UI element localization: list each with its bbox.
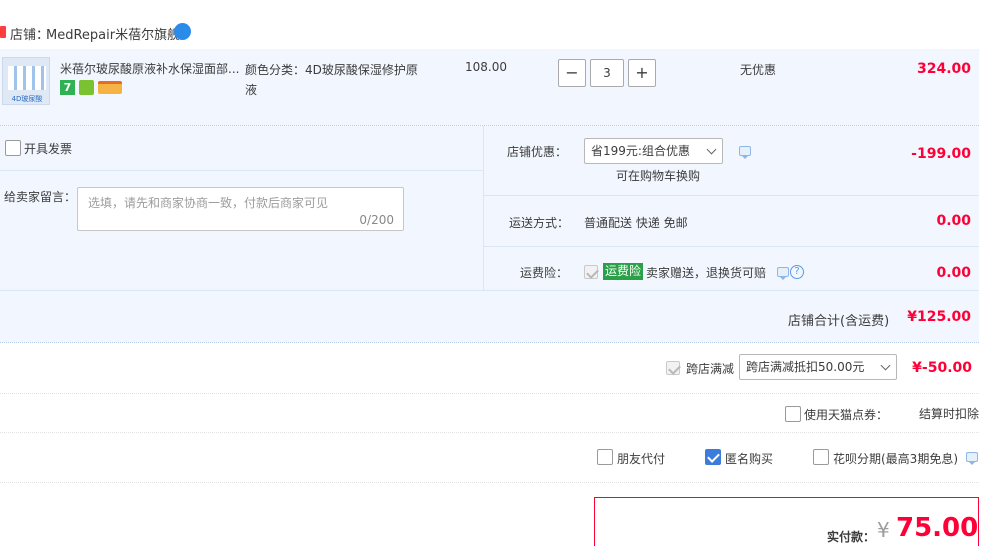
- quantity-stepper: − 3 +: [558, 59, 656, 87]
- tmall-points-label: 使用天猫点券：: [804, 408, 889, 422]
- product-thumbnail[interactable]: 4D玻尿酸: [2, 57, 50, 105]
- shop-promo-selected: 省199元:组合优惠: [591, 144, 690, 158]
- shop-promo-label: 店铺优惠：: [507, 145, 568, 159]
- card-payment-badge-icon: [98, 81, 122, 94]
- shop-promo-amount: -199.00: [911, 146, 971, 162]
- cross-store-select[interactable]: 跨店满减抵扣50.00元: [739, 354, 897, 380]
- product-title-link[interactable]: 米蓓尔玻尿酸原液补水保湿面部...: [60, 60, 239, 77]
- anonymous-label: 匿名购买: [725, 452, 774, 466]
- thumb-bottles: [8, 66, 46, 90]
- cross-store-divider: [0, 393, 979, 394]
- cross-store-selected: 跨店满减抵扣50.00元: [746, 360, 865, 374]
- shop-promo-note: 可在购物车换购: [616, 169, 701, 183]
- chevron-down-icon: [880, 360, 891, 371]
- invoice-label: 开具发票: [24, 142, 73, 156]
- points-divider: [0, 432, 979, 433]
- unit-price: 108.00: [465, 60, 507, 74]
- friend-pay-label: 朋友代付: [617, 452, 666, 466]
- quantity-input[interactable]: 3: [590, 59, 624, 87]
- friend-pay-checkbox[interactable]: [597, 449, 613, 465]
- shop-header: 店铺： MedRepair米蓓尔旗舰: [0, 22, 300, 43]
- tmall-points-checkbox[interactable]: [785, 406, 801, 422]
- insurance-message-icon[interactable]: [777, 267, 789, 280]
- shop-total-label: 店铺合计(含运费): [788, 314, 890, 329]
- seller-message-textarea[interactable]: 选填，请先和商家协商一致，付款后商家可见 0/200: [77, 187, 404, 231]
- shop-total-amount: ¥125.00: [907, 309, 971, 325]
- shop-name-link[interactable]: MedRepair米蓓尔旗舰: [46, 24, 180, 43]
- quantity-minus-button[interactable]: −: [558, 59, 586, 87]
- left-divider: [0, 170, 483, 171]
- cross-store-amount: ¥-50.00: [912, 360, 972, 376]
- payment-label: 实付款：: [827, 530, 876, 544]
- shipping-label: 运送方式：: [509, 216, 570, 230]
- shipping-amount: 0.00: [936, 213, 971, 229]
- freight-insurance-value: 卖家赠送，退换货可赔: [646, 266, 767, 280]
- order-options-panel: 开具发票 给卖家留言： 选填，请先和商家协商一致，付款后商家可见 0/200 店…: [0, 126, 979, 342]
- column-divider: [483, 126, 484, 290]
- invoice-checkbox[interactable]: [5, 140, 21, 156]
- wangwang-chat-icon[interactable]: [174, 23, 191, 40]
- message-label: 给卖家留言：: [4, 190, 77, 204]
- huabei-checkbox[interactable]: [813, 449, 829, 465]
- payment-summary-box: 实付款： ¥ 75.00: [594, 497, 979, 546]
- freight-insurance-checkbox: [584, 265, 598, 279]
- product-spec: 颜色分类：4D玻尿酸保湿修护原液: [245, 63, 418, 97]
- quantity-plus-button[interactable]: +: [628, 59, 656, 87]
- item-row: 4D玻尿酸 米蓓尔玻尿酸原液补水保湿面部... 7 颜色分类：4D玻尿酸保湿修护…: [0, 49, 979, 125]
- huabei-message-icon[interactable]: [966, 452, 978, 465]
- guarantee-badge-icon: [79, 80, 94, 95]
- payment-currency: ¥: [877, 518, 890, 542]
- shop-icon: [0, 26, 6, 38]
- anonymous-checkbox[interactable]: [705, 449, 721, 465]
- help-icon[interactable]: ?: [790, 265, 804, 279]
- chevron-down-icon: [706, 144, 717, 155]
- shipping-value: 普通配送 快递 免邮: [584, 216, 688, 230]
- right-divider-1: [484, 195, 979, 196]
- freight-insurance-tag: 运费险: [603, 263, 644, 280]
- right-divider-2: [484, 246, 979, 247]
- item-discount: 无优惠: [740, 63, 777, 77]
- freight-insurance-amount: 0.00: [936, 265, 971, 281]
- item-subtotal: 324.00: [916, 61, 971, 77]
- shop-promo-select[interactable]: 省199元:组合优惠: [584, 138, 723, 164]
- huabei-label: 花呗分期(最高3期免息): [833, 452, 958, 466]
- shop-label: 店铺：: [10, 28, 50, 43]
- message-counter: 0/200: [359, 213, 394, 227]
- cross-store-label: 跨店满减: [686, 362, 735, 376]
- message-placeholder: 选填，请先和商家协商一致，付款后商家可见: [88, 196, 329, 210]
- panel-divider: [0, 290, 979, 291]
- seven-day-return-badge: 7: [60, 80, 75, 95]
- cross-store-checkbox: [666, 361, 680, 375]
- thumb-caption: 4D玻尿酸: [11, 95, 43, 103]
- panel-bottom-divider: [0, 342, 979, 343]
- tmall-points-value: 结算时扣除: [918, 407, 979, 421]
- options-divider: [0, 482, 979, 483]
- payment-amount: 75.00: [896, 513, 979, 543]
- freight-insurance-label: 运费险：: [520, 266, 569, 280]
- promo-message-icon[interactable]: [739, 146, 751, 159]
